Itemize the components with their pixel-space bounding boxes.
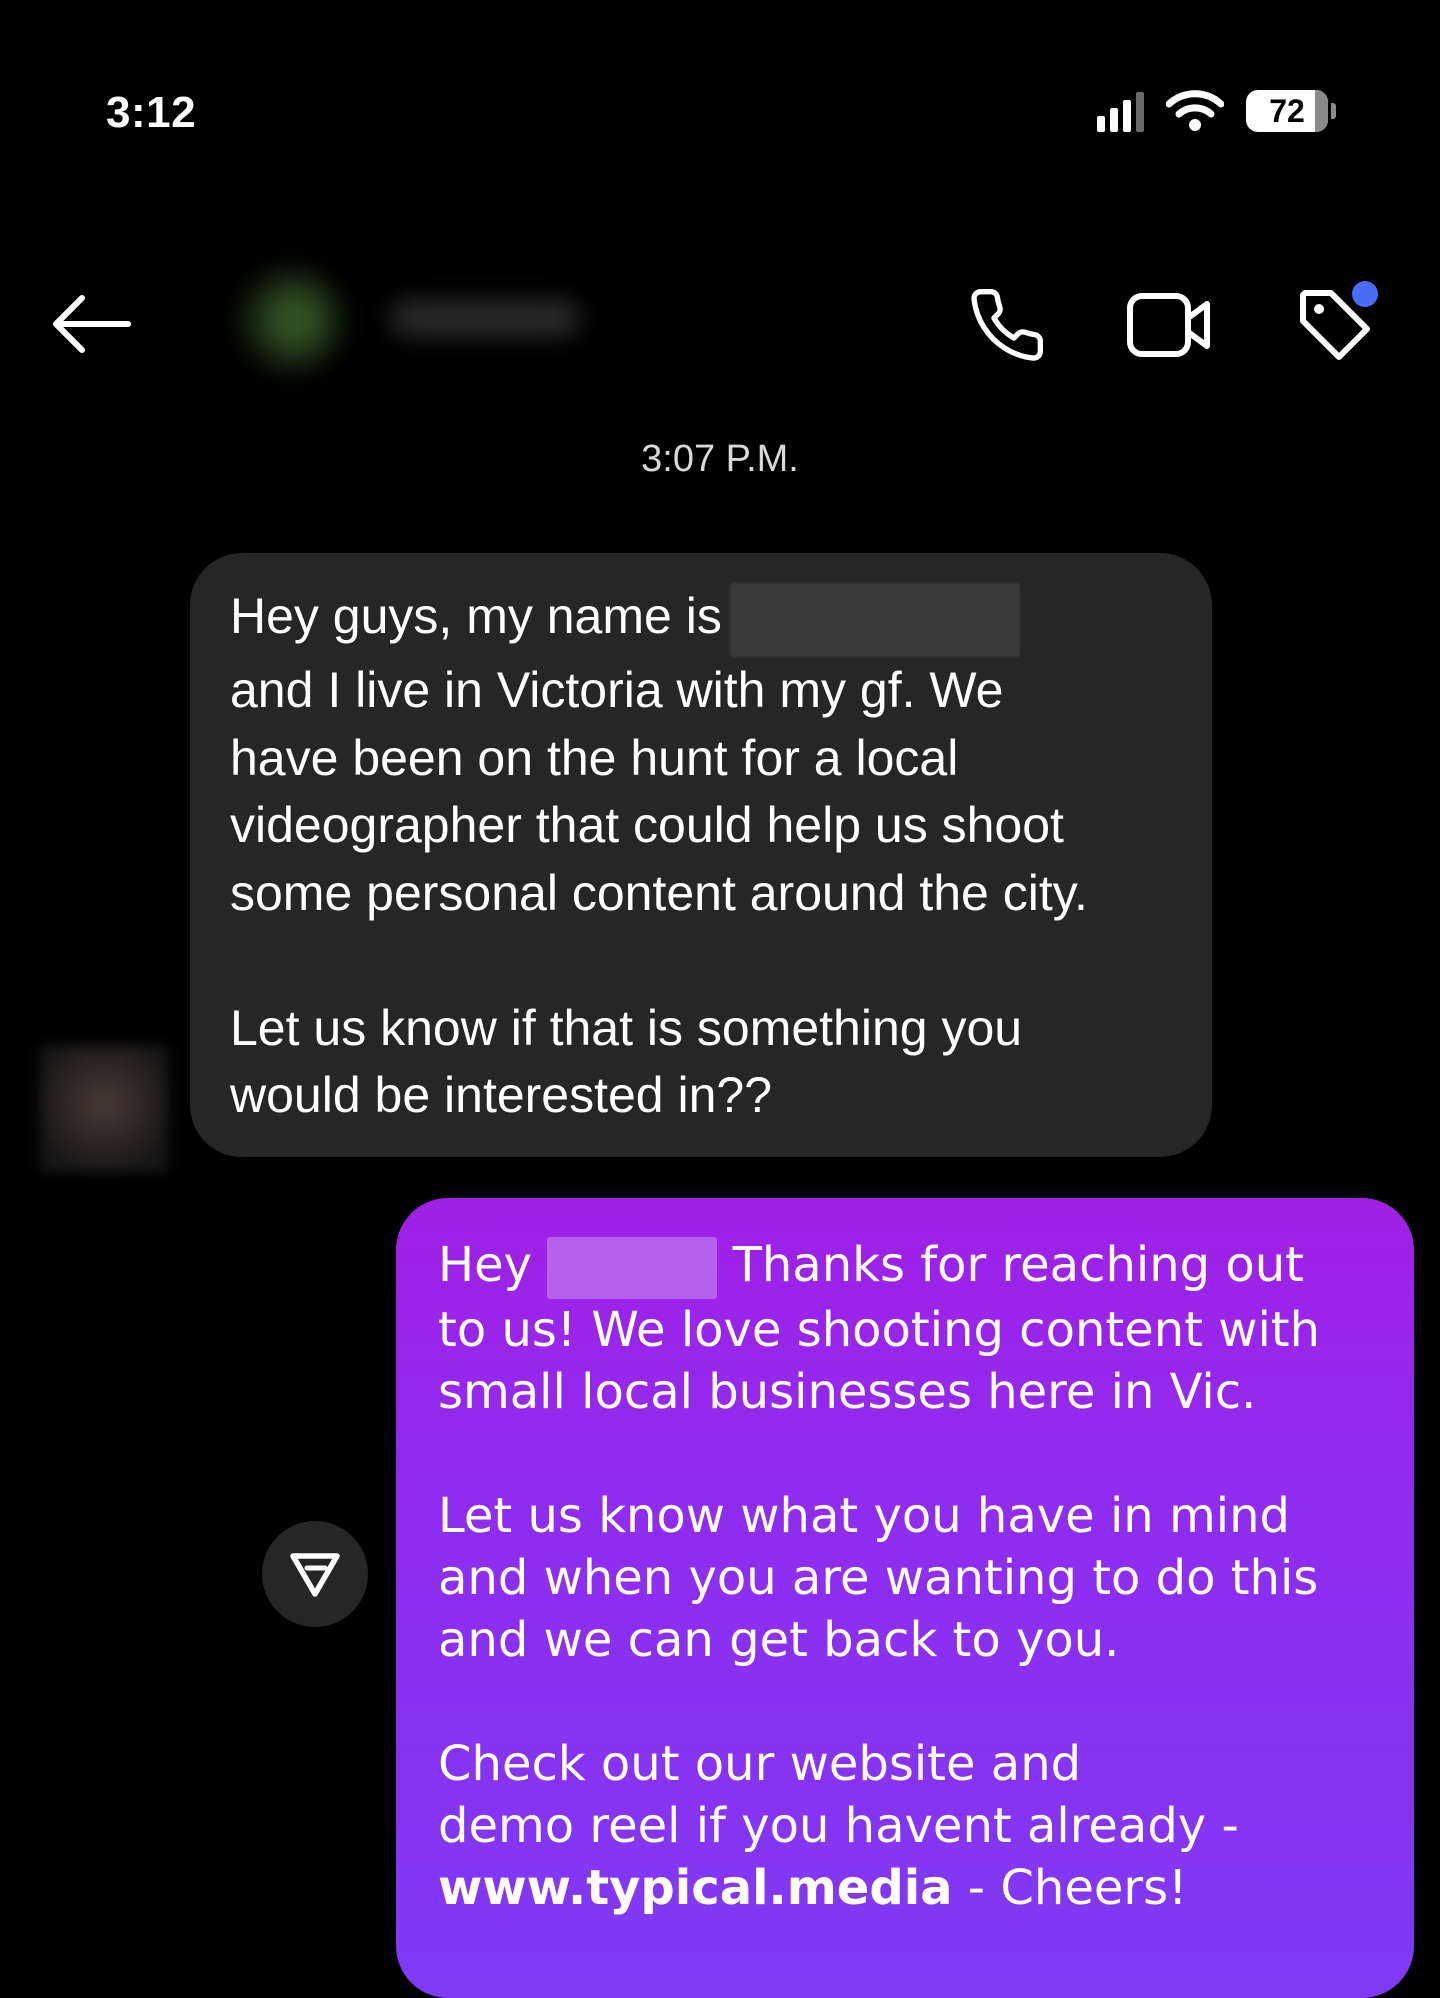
share-button[interactable]	[262, 1521, 368, 1627]
notification-badge	[1352, 281, 1378, 307]
phone-icon	[971, 289, 1044, 361]
website-link[interactable]: www.typical.media	[438, 1860, 953, 1916]
message-line: Let us know if that is something you	[230, 999, 1023, 1056]
message-line: to us! We love shooting content with	[438, 1302, 1321, 1358]
message-line: Hey Thanks for reaching out	[438, 1234, 1374, 1299]
battery-icon: 72	[1246, 90, 1336, 132]
contact-header-redacted[interactable]	[215, 240, 615, 400]
battery-level: 72	[1269, 92, 1305, 129]
contact-avatar	[240, 270, 340, 370]
video-call-button[interactable]	[1124, 280, 1214, 370]
message-line: Check out our website and	[438, 1736, 1082, 1792]
back-button[interactable]	[50, 292, 134, 356]
redacted-name	[547, 1237, 718, 1299]
status-icons: 72	[1097, 90, 1336, 132]
status-time: 3:12	[106, 88, 197, 137]
back-arrow-icon	[53, 295, 131, 353]
message-line: videographer that could help us shoot	[230, 797, 1064, 853]
message-line: have been on the hunt for a local	[230, 729, 959, 786]
message-line: small local businesses here in Vic.	[438, 1364, 1257, 1420]
message-line: www.typical.media - Cheers!	[438, 1860, 1188, 1916]
sender-avatar[interactable]	[40, 1045, 168, 1173]
message-line: Let us know what you have in mind	[438, 1488, 1290, 1544]
message-line: would be interested in??	[230, 1067, 773, 1123]
outgoing-message-bubble[interactable]: Hey Thanks for reaching out to us! We lo…	[396, 1198, 1414, 1998]
redacted-name	[729, 583, 1020, 657]
message-line: and when you are wanting to do this	[438, 1550, 1319, 1606]
contact-name-redacted	[390, 300, 580, 336]
wifi-icon	[1166, 90, 1224, 132]
message-line: some personal content around the city.	[230, 864, 1088, 921]
signal-icon	[1097, 90, 1144, 132]
message-line: and I live in Victoria with my gf. We	[230, 662, 1004, 718]
message-line: Hey guys, my name is	[230, 583, 1172, 657]
send-triangle-icon	[290, 1553, 340, 1597]
incoming-message-bubble[interactable]: Hey guys, my name is and I live in Victo…	[190, 553, 1212, 1157]
message-line: demo reel if you havent already -	[438, 1798, 1239, 1854]
message-line: and we can get back to you.	[438, 1612, 1120, 1668]
message-timestamp: 3:07 P.M.	[641, 438, 799, 480]
video-camera-icon	[1127, 293, 1210, 357]
audio-call-button[interactable]	[962, 280, 1052, 370]
